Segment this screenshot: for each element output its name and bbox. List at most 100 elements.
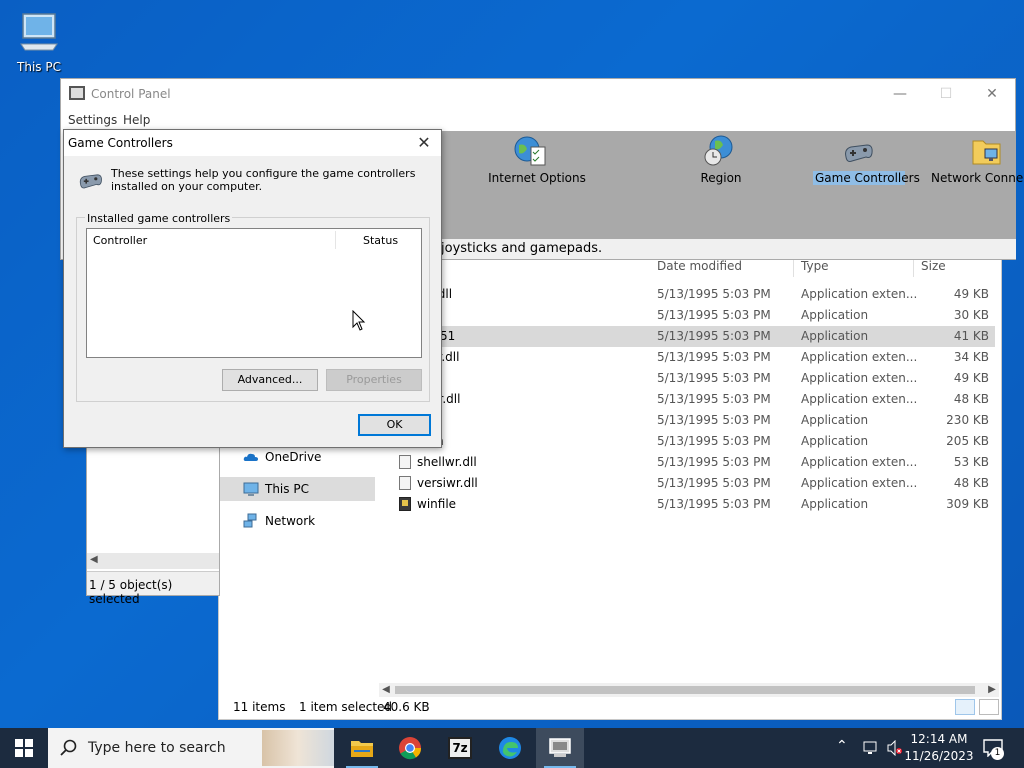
show-hidden-icons-button[interactable]: ⌃: [836, 738, 848, 754]
dialog-intro-text: These settings help you configure the ga…: [111, 167, 416, 193]
item-network-connections[interactable]: Network Connections: [931, 135, 1024, 185]
file-type: Application: [801, 413, 869, 427]
horizontal-scrollbar[interactable]: ◀: [87, 553, 219, 569]
file-row[interactable]: k5/13/1995 5:03 PMApplication30 KB: [379, 305, 995, 326]
properties-button[interactable]: Properties: [326, 369, 422, 391]
column-status[interactable]: Status: [363, 234, 398, 247]
taskbar-search-box[interactable]: Type here to search: [48, 728, 334, 768]
explorer-status-bar: 11 items 1 item selected 40.6 KB: [219, 695, 1001, 719]
mouse-cursor-icon: [352, 310, 366, 331]
file-type: Application: [801, 497, 869, 511]
file-size: 41 KB: [953, 329, 989, 343]
dialog-title: Game Controllers: [68, 136, 173, 150]
minimize-button[interactable]: —: [877, 79, 923, 109]
file-type: Application exten...: [801, 350, 918, 364]
file-row[interactable]: sh5/13/1995 5:03 PMApplication230 KB: [379, 410, 995, 431]
left-window: ◀ 1 / 5 object(s) selected: [86, 440, 220, 606]
file-row[interactable]: rol3515/13/1995 5:03 PMApplication41 KB: [379, 326, 995, 347]
installed-controllers-group: Installed game controllers Controller St…: [76, 212, 430, 402]
clock-date[interactable]: 11/26/2023: [902, 749, 976, 763]
nav-item-onedrive[interactable]: OneDrive: [219, 445, 375, 469]
taskbar-chrome[interactable]: [386, 728, 434, 768]
list-header: Controller Status: [87, 229, 421, 251]
status-size: 40.6 KB: [383, 700, 430, 714]
file-size: 230 KB: [946, 413, 989, 427]
file-row[interactable]: versiwr.dll 5/13/1995 5:03 PM Application …: [379, 473, 995, 494]
status-text: 1 / 5 object(s) selected: [89, 578, 173, 606]
column-controller[interactable]: Controller: [93, 234, 147, 247]
scrollbar-thumb[interactable]: [395, 686, 975, 694]
status-bar: 1 / 5 object(s) selected: [87, 571, 219, 606]
taskbar-file-explorer[interactable]: [338, 728, 386, 768]
menu-bar: Settings Help: [61, 109, 1015, 131]
ok-button[interactable]: OK: [358, 414, 431, 436]
menu-settings[interactable]: Settings: [68, 113, 117, 127]
taskbar: Type here to search 7z ⌃ 12:14 AM 11/26/…: [0, 728, 1024, 768]
file-type: Application exten...: [801, 455, 918, 469]
navigation-pane: OneDrive This PC Network: [219, 441, 379, 551]
file-name: winfile: [417, 497, 457, 511]
file-type: Application: [801, 329, 869, 343]
file-name: shellwr.dll: [417, 455, 477, 469]
globe-clock-icon: [704, 135, 733, 166]
windows-logo-icon: [15, 739, 33, 757]
file-size: 34 KB: [953, 350, 989, 364]
file-type: Application: [801, 308, 869, 322]
file-type: Application exten...: [801, 476, 918, 490]
network-status-icon[interactable]: [862, 740, 880, 756]
nav-item-network[interactable]: Network: [219, 509, 375, 533]
file-name: versiwr.dll: [417, 476, 478, 490]
controllers-list[interactable]: Controller Status: [86, 228, 422, 358]
nav-item-this-pc[interactable]: This PC: [219, 477, 375, 501]
maximize-button[interactable]: ☐: [923, 79, 969, 109]
taskbar-control-panel[interactable]: [536, 728, 584, 768]
taskbar-7zip[interactable]: 7z: [436, 728, 484, 768]
file-row[interactable]: .dll5/13/1995 5:03 PMApplication exten..…: [379, 368, 995, 389]
file-date: 5/13/1995 5:03 PM: [657, 308, 771, 322]
details-view-button[interactable]: [955, 699, 975, 715]
desktop-icon-label: This PC: [17, 60, 61, 74]
advanced-button[interactable]: Advanced...: [222, 369, 318, 391]
file-size: 49 KB: [953, 371, 989, 385]
chrome-icon: [399, 737, 422, 760]
desktop-icon-this-pc[interactable]: This PC: [10, 8, 68, 78]
file-row[interactable]: mwr.dll5/13/1995 5:03 PMApplication exte…: [379, 389, 995, 410]
notification-button[interactable]: 1: [980, 736, 1006, 760]
file-row[interactable]: lwr.dll5/13/1995 5:03 PMApplication exte…: [379, 284, 995, 305]
item-label: Internet Options: [488, 171, 586, 185]
menu-help[interactable]: Help: [123, 113, 150, 127]
file-list: lwr.dll5/13/1995 5:03 PMApplication exte…: [379, 284, 995, 515]
item-internet-options[interactable]: Internet Options: [487, 135, 587, 185]
file-type: Application exten...: [801, 371, 918, 385]
control-panel-items: Internet Options Region Game Controllers…: [441, 131, 1024, 239]
file-row[interactable]: shellwr.dll 5/13/1995 5:03 PM Application …: [379, 452, 995, 473]
taskbar-edge[interactable]: [486, 728, 534, 768]
file-date: 5/13/1995 5:03 PM: [657, 476, 771, 490]
file-type: Application exten...: [801, 287, 918, 301]
column-date-modified[interactable]: Date modified: [657, 259, 742, 273]
item-region[interactable]: Region: [691, 135, 751, 185]
column-type[interactable]: Type: [801, 259, 829, 273]
file-row[interactable]: elwr.dll5/13/1995 5:03 PMApplication ext…: [379, 347, 995, 368]
network-icon: [243, 513, 257, 528]
game-controllers-dialog: Game Controllers ✕ These settings help y…: [63, 129, 442, 448]
file-list-header: Date modified Type Size: [379, 257, 995, 277]
status-selected: 1 item selected: [299, 700, 393, 714]
file-size: 309 KB: [946, 497, 989, 511]
clock-time[interactable]: 12:14 AM: [902, 732, 976, 746]
item-game-controllers[interactable]: Game Controllers: [809, 135, 920, 185]
start-button[interactable]: [0, 728, 48, 768]
scroll-left-icon[interactable]: ◀: [90, 554, 98, 565]
file-row[interactable]: man5/13/1995 5:03 PMApplication205 KB: [379, 431, 995, 452]
dll-file-icon: [399, 455, 411, 469]
file-size: 30 KB: [953, 308, 989, 322]
gamepad-icon: [79, 174, 102, 189]
close-button[interactable]: ✕: [969, 79, 1015, 109]
column-size[interactable]: Size: [921, 259, 946, 273]
large-icons-view-button[interactable]: [979, 699, 999, 715]
edge-icon: [499, 737, 521, 759]
search-placeholder: Type here to search: [88, 740, 226, 756]
close-button[interactable]: ✕: [411, 131, 437, 155]
search-icon: [60, 739, 77, 756]
file-row[interactable]: winfile 5/13/1995 5:03 PM Application 309 K…: [379, 494, 995, 515]
